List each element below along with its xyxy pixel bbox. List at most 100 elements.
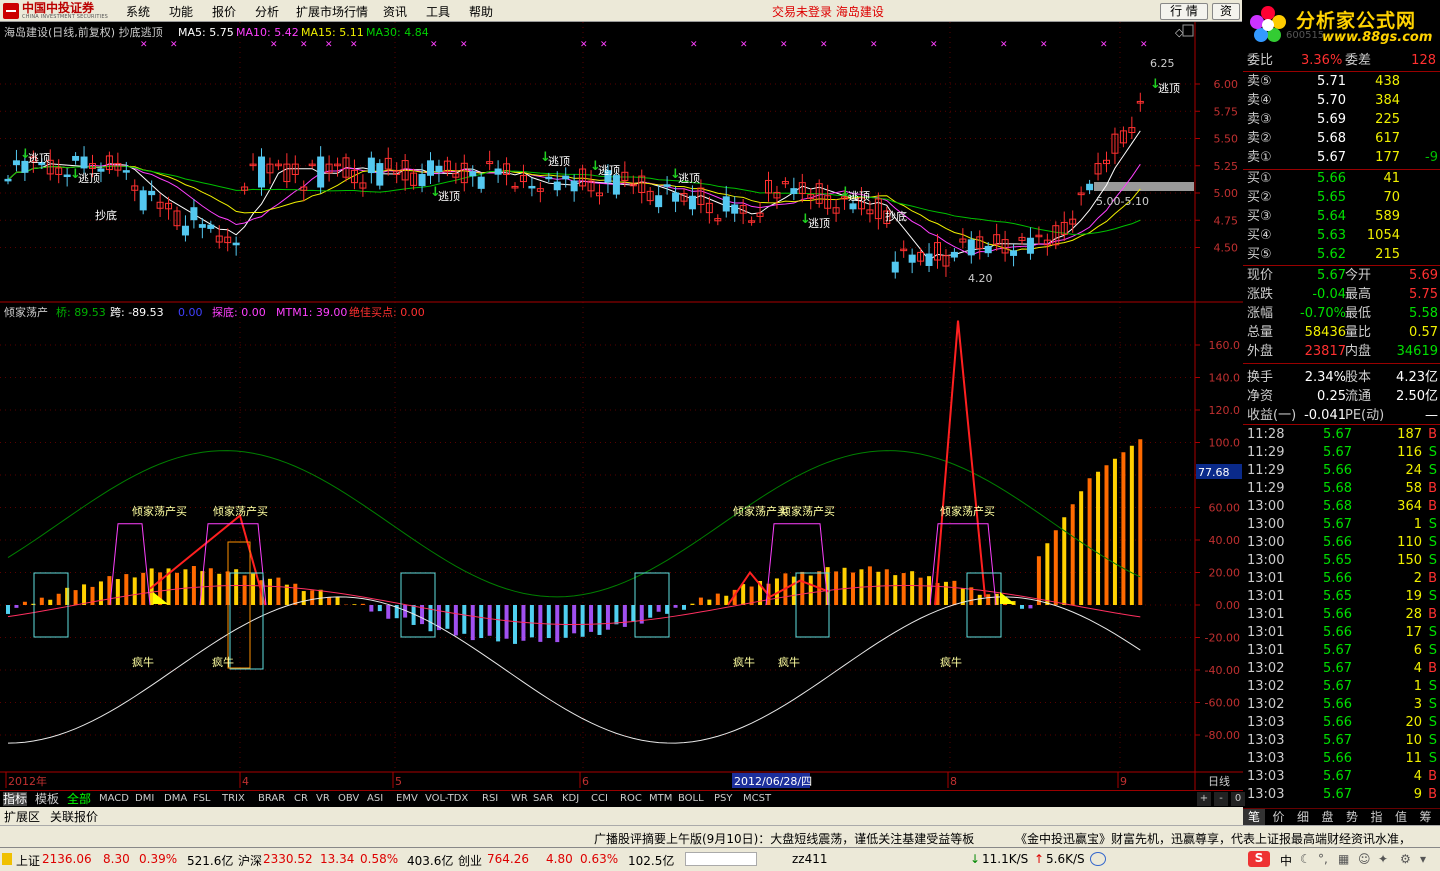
tab-indicator-roc[interactable]: ROC <box>620 792 642 806</box>
tab-indicator-brar[interactable]: BRAR <box>258 792 285 806</box>
indicator-control-0[interactable]: + <box>1197 792 1211 806</box>
tick-row[interactable]: 13:01 5.66 28 B <box>1243 606 1440 624</box>
ime-user-icon[interactable]: ☺ <box>1358 852 1371 866</box>
ime-punct-icon[interactable]: °, <box>1318 852 1328 866</box>
tab-indicator-emv[interactable]: EMV <box>396 792 418 806</box>
news-item-2[interactable]: 《金中投迅赢宝》财富先机，迅赢尊享，代表上证报最高端财经资讯水准， <box>1015 830 1411 847</box>
info-button[interactable]: 资 <box>1212 3 1240 20</box>
tab-right-5[interactable]: 指 <box>1366 809 1388 825</box>
tab-indicator-trix[interactable]: TRIX <box>222 792 245 806</box>
tick-price: 5.67 <box>1323 679 1352 694</box>
tab-right-0[interactable]: 笔 <box>1243 809 1265 825</box>
tick-row[interactable]: 13:01 5.67 6 S <box>1243 642 1440 660</box>
stat-value: 5.67 <box>1317 268 1346 283</box>
tick-row[interactable]: 11:28 5.67 187 B <box>1243 426 1440 444</box>
tab-indicator-boll[interactable]: BOLL <box>678 792 704 806</box>
tick-row[interactable]: 13:02 5.67 4 B <box>1243 660 1440 678</box>
ime-keyboard-icon[interactable]: ▦ <box>1338 852 1349 866</box>
tab-indicator-mtm[interactable]: MTM <box>649 792 672 806</box>
menu-tools[interactable]: 工具 <box>426 3 450 20</box>
tick-row[interactable]: 13:03 5.66 20 S <box>1243 714 1440 732</box>
menu-info[interactable]: 资讯 <box>383 3 407 20</box>
tick-price: 5.67 <box>1323 733 1352 748</box>
ime-mode[interactable]: 中 <box>1280 852 1292 869</box>
tab-ext-area[interactable]: 扩展区 <box>4 808 40 825</box>
menu-quote[interactable]: 报价 <box>212 3 236 20</box>
tab-indicator-vol-tdx[interactable]: VOL-TDX <box>425 792 468 806</box>
tab-right-1[interactable]: 价 <box>1268 809 1290 825</box>
buy-price: 5.64 <box>1317 209 1346 224</box>
tab-right-7[interactable]: 筹 <box>1415 809 1437 825</box>
menu-analysis[interactable]: 分析 <box>255 3 279 20</box>
tab-indicator-obv[interactable]: OBV <box>338 792 359 806</box>
chart-svg[interactable]: ◇ 海岛建设(日线,前复权) 抄底逃顶 MA5: 5.75 MA10: 5.42… <box>0 22 1243 790</box>
tick-row[interactable]: 13:00 5.66 110 S <box>1243 534 1440 552</box>
tick-time: 13:01 <box>1247 589 1285 604</box>
tick-row[interactable]: 13:00 5.68 364 B <box>1243 498 1440 516</box>
ime-settings-icon[interactable]: ⚙ <box>1400 852 1411 866</box>
tick-row[interactable]: 11:29 5.66 24 S <box>1243 462 1440 480</box>
brand-banner: 分析家公式网 www.88gs.com 600515 <box>1242 0 1440 50</box>
cy-label[interactable]: 创业 <box>458 852 482 869</box>
sh-label[interactable]: 上证 <box>16 852 40 869</box>
tick-list[interactable]: 11:28 5.67 187 B 11:29 5.67 116 S 11:29 5.66 24 S 11… <box>1243 424 1440 808</box>
tab-indicator-rsi[interactable]: RSI <box>482 792 498 806</box>
tab-indicator-dmi[interactable]: DMI <box>135 792 154 806</box>
ime-menu-icon[interactable]: ▾ <box>1420 852 1426 866</box>
tab-indicator-sar[interactable]: SAR <box>533 792 553 806</box>
period-label[interactable]: 日线 <box>1208 774 1230 788</box>
tab-indicator-指标[interactable]: 指标 <box>3 792 28 806</box>
network-icon[interactable] <box>1090 852 1106 866</box>
tick-row[interactable]: 13:02 5.67 1 S <box>1243 678 1440 696</box>
news-ticker[interactable]: 广播股评摘要上午版(9月10日)：大盘短线震荡，谨低关注基建受益等板 《金中投迅… <box>0 825 1440 847</box>
indicator-control-1[interactable]: - <box>1214 792 1228 806</box>
tab-indicator-vr[interactable]: VR <box>316 792 330 806</box>
quote-button[interactable]: 行 情 <box>1160 3 1208 20</box>
tab-indicator-全部[interactable]: 全部 <box>67 792 91 806</box>
tick-row[interactable]: 13:03 5.66 11 S <box>1243 750 1440 768</box>
weicha-label: 委差 <box>1345 53 1372 68</box>
tab-indicator-wr[interactable]: WR <box>511 792 528 806</box>
tick-row[interactable]: 13:02 5.66 3 S <box>1243 696 1440 714</box>
tab-indicator-psy[interactable]: PSY <box>714 792 733 806</box>
ime-tools-icon[interactable]: ✦ <box>1378 852 1388 866</box>
tab-indicator-dma[interactable]: DMA <box>164 792 187 806</box>
tick-row[interactable]: 13:01 5.66 17 S <box>1243 624 1440 642</box>
quick-search-box[interactable] <box>685 852 757 866</box>
ime-moon-icon[interactable]: ☾ <box>1300 852 1311 866</box>
tab-related-quote[interactable]: 关联报价 <box>50 808 98 825</box>
tick-row[interactable]: 13:03 5.67 10 S <box>1243 732 1440 750</box>
tick-row[interactable]: 13:00 5.67 1 S <box>1243 516 1440 534</box>
tick-row[interactable]: 13:01 5.65 19 S <box>1243 588 1440 606</box>
tick-row[interactable]: 13:03 5.67 9 B <box>1243 786 1440 804</box>
tick-row[interactable]: 13:01 5.66 2 B <box>1243 570 1440 588</box>
tab-indicator-asi[interactable]: ASI <box>367 792 383 806</box>
tick-row[interactable]: 13:03 5.67 4 B <box>1243 768 1440 786</box>
hs-label[interactable]: 沪深 <box>238 852 262 869</box>
brand-url[interactable]: www.88gs.com <box>1322 30 1432 45</box>
tab-indicator-macd[interactable]: MACD <box>99 792 129 806</box>
tab-right-3[interactable]: 盘 <box>1317 809 1339 825</box>
tick-row[interactable]: 11:29 5.68 58 B <box>1243 480 1440 498</box>
tab-right-6[interactable]: 值 <box>1390 809 1412 825</box>
tick-volume: 24 <box>1405 463 1422 478</box>
input-method-logo-icon[interactable]: S <box>1248 851 1270 867</box>
menu-function[interactable]: 功能 <box>169 3 193 20</box>
chart-area[interactable]: ◇ 海岛建设(日线,前复权) 抄底逃顶 MA5: 5.75 MA10: 5.42… <box>0 22 1243 790</box>
tab-indicator-cci[interactable]: CCI <box>591 792 608 806</box>
candle-body <box>967 239 975 256</box>
tab-indicator-cr[interactable]: CR <box>294 792 308 806</box>
indicator-control-2[interactable]: 0 <box>1231 792 1245 806</box>
tab-indicator-mcst[interactable]: MCST <box>743 792 771 806</box>
menu-system[interactable]: 系统 <box>126 3 150 20</box>
tab-indicator-kdj[interactable]: KDJ <box>562 792 579 806</box>
tab-indicator-fsl[interactable]: FSL <box>193 792 211 806</box>
menu-help[interactable]: 帮助 <box>469 3 493 20</box>
menu-ext-market[interactable]: 扩展市场行情 <box>296 3 368 20</box>
news-item-1[interactable]: 广播股评摘要上午版(9月10日)：大盘短线震荡，谨低关注基建受益等板 <box>594 830 974 847</box>
tab-right-2[interactable]: 细 <box>1292 809 1314 825</box>
tab-indicator-模板[interactable]: 模板 <box>35 792 59 806</box>
tick-row[interactable]: 13:00 5.65 150 S <box>1243 552 1440 570</box>
tab-right-4[interactable]: 势 <box>1341 809 1363 825</box>
tick-row[interactable]: 11:29 5.67 116 S <box>1243 444 1440 462</box>
